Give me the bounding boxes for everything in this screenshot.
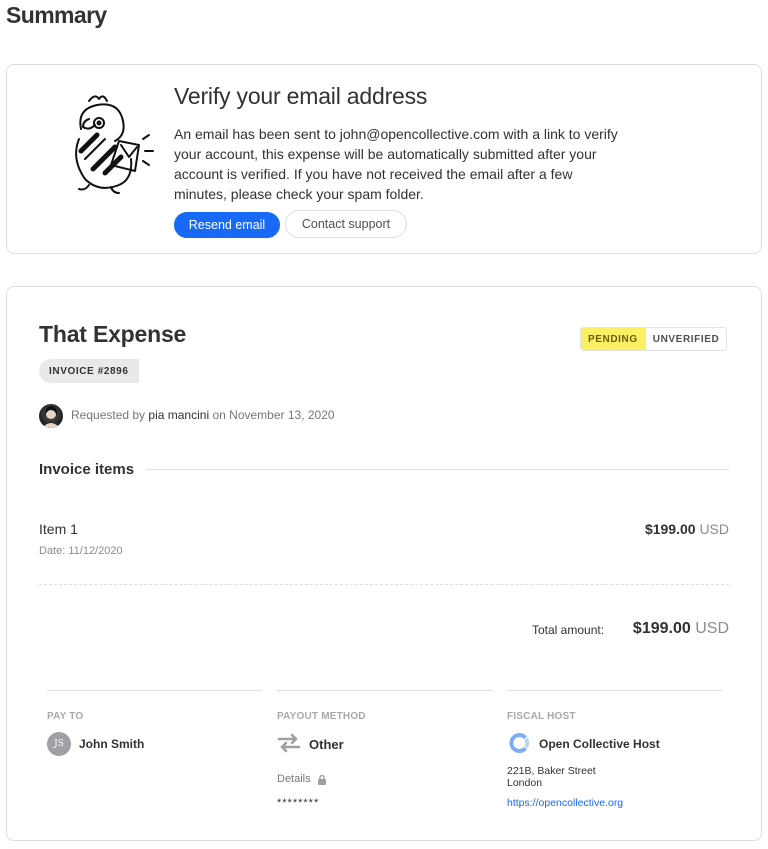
fiscal-host-label: FISCAL HOST — [507, 711, 576, 722]
item-description: Item 1 — [39, 521, 78, 537]
details-label-text: Details — [277, 773, 311, 785]
host-name[interactable]: Open Collective Host — [539, 737, 660, 751]
expense-card: That Expense INVOICE #2896 PENDING UNVER… — [6, 286, 762, 841]
payout-details-value: ******** — [277, 797, 320, 809]
item-date: Date: 11/12/2020 — [39, 545, 123, 557]
total-amount: $199.00 USD — [633, 620, 729, 638]
total-label: Total amount: — [532, 623, 605, 637]
requested-prefix: Requested by — [71, 408, 146, 422]
payout-method-column: PAYOUT METHOD Other Details ******** — [277, 690, 492, 809]
requested-by-line: Requested by pia mancini on November 13,… — [71, 408, 335, 422]
item-currency: USD — [699, 521, 729, 537]
payout-method-label: PAYOUT METHOD — [277, 711, 366, 722]
item-amount-value: $199.00 — [644, 521, 696, 537]
contact-support-button[interactable]: Contact support — [285, 210, 407, 238]
pay-to-column: PAY TO JS John Smith — [47, 690, 262, 756]
total-currency: USD — [695, 620, 729, 637]
host-address-line1: 221B, Baker Street — [507, 765, 596, 777]
on-word: on — [212, 408, 226, 422]
verify-title: Verify your email address — [174, 83, 428, 109]
items-divider — [39, 584, 729, 585]
section-divider — [146, 469, 729, 470]
request-date: November 13, 2020 — [229, 408, 335, 422]
verify-message: An email has been sent to john@opencolle… — [174, 126, 618, 202]
payout-method-type: Other — [309, 737, 344, 752]
status-badge: PENDING UNVERIFIED — [580, 327, 728, 351]
requester-avatar[interactable] — [39, 404, 63, 428]
invoice-items-title: Invoice items — [39, 461, 135, 478]
status-pending-badge: PENDING — [581, 328, 645, 350]
exchange-arrows-icon — [277, 733, 301, 753]
fiscal-host-column: FISCAL HOST Open Collective Host 221B, B… — [507, 690, 722, 809]
verify-email-card: Verify your email address An email has b… — [6, 64, 762, 254]
item-amount: $199.00 USD — [645, 521, 729, 537]
host-address-line2: London — [507, 777, 543, 789]
resend-email-button[interactable]: Resend email — [174, 212, 280, 238]
invoice-badge: INVOICE #2896 — [39, 359, 139, 383]
lock-icon — [317, 774, 326, 785]
payee-name[interactable]: John Smith — [79, 737, 144, 751]
host-website-link[interactable]: https://opencollective.org — [507, 797, 623, 809]
pay-to-label: PAY TO — [47, 711, 84, 722]
details-label: Details — [277, 773, 327, 785]
status-unverified-badge: UNVERIFIED — [644, 328, 727, 350]
host-address: 221B, Baker Street London — [507, 765, 596, 789]
expense-title: That Expense — [39, 321, 187, 347]
requester-link[interactable]: pia mancini — [148, 408, 209, 422]
mascot-illustration — [75, 95, 154, 194]
total-amount-value: $199.00 — [632, 620, 691, 637]
open-collective-logo-icon[interactable] — [507, 731, 531, 755]
payee-avatar[interactable]: JS — [47, 732, 71, 756]
page-title: Summary — [6, 2, 107, 28]
